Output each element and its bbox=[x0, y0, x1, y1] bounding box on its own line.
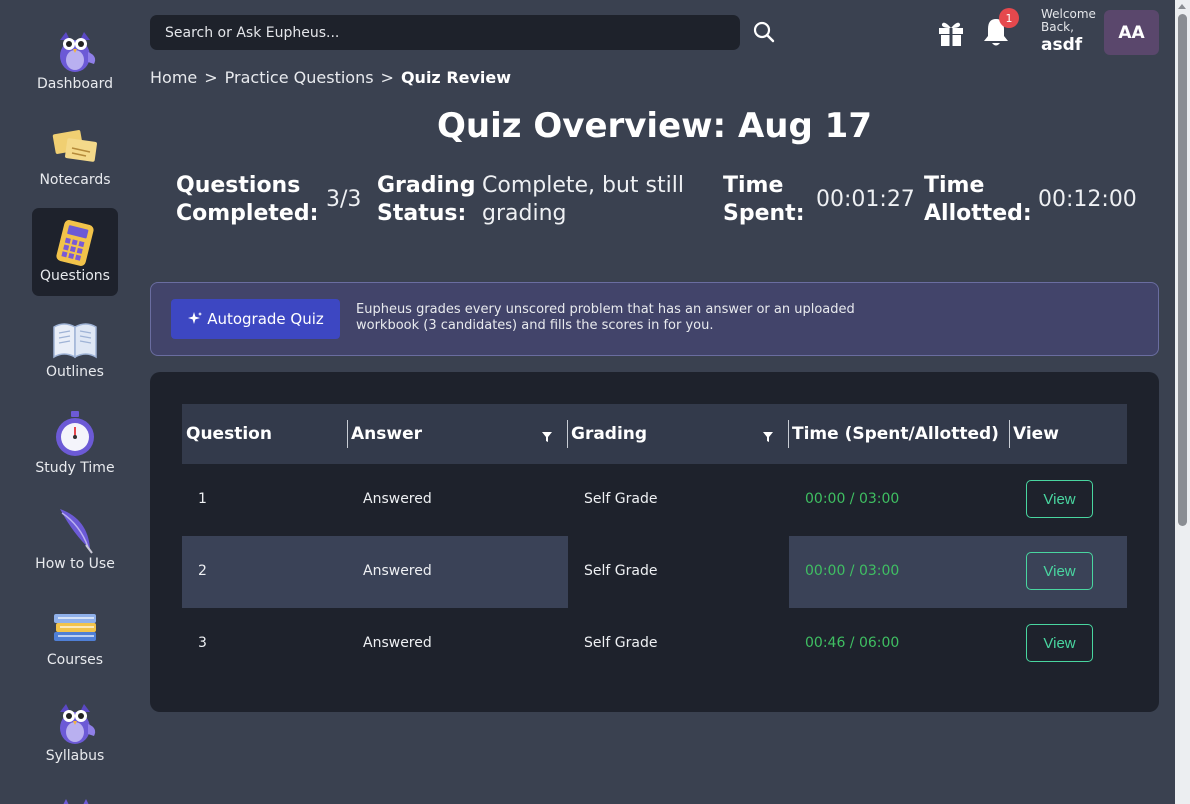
sidebar: Dashboard Notecards Questions Outlines S… bbox=[0, 0, 150, 804]
sidebar-item-partial[interactable] bbox=[56, 792, 96, 804]
column-divider[interactable] bbox=[347, 420, 348, 448]
scroll-up-arrow-icon[interactable] bbox=[1178, 4, 1186, 9]
search-icon[interactable] bbox=[752, 20, 776, 44]
cell-answer: Answered bbox=[363, 491, 432, 507]
view-button[interactable]: View bbox=[1026, 480, 1093, 518]
owl-icon bbox=[49, 698, 101, 746]
stat-label-line: Grading bbox=[377, 173, 476, 198]
quill-icon bbox=[49, 506, 101, 554]
grading-status-label: Grading Status: bbox=[377, 172, 475, 228]
cell-time: 00:00 / 03:00 bbox=[805, 563, 900, 579]
notecards-icon bbox=[49, 122, 101, 170]
avatar[interactable]: AA bbox=[1104, 10, 1159, 55]
stat-label-line: Time bbox=[924, 173, 985, 198]
sidebar-item-label: Syllabus bbox=[45, 748, 105, 764]
sidebar-item-how-to-use[interactable]: How to Use bbox=[32, 496, 118, 584]
cell-answer: Answered bbox=[363, 635, 432, 651]
stat-value-line: grading bbox=[482, 201, 567, 226]
stat-label-line: Time bbox=[723, 173, 784, 198]
sidebar-item-study-time[interactable]: Study Time bbox=[32, 400, 118, 488]
breadcrumb-separator: > bbox=[380, 68, 394, 87]
sidebar-item-label: Courses bbox=[46, 652, 104, 668]
welcome-text: Welcome Back, bbox=[1041, 7, 1096, 34]
sidebar-item-label: Questions bbox=[40, 268, 110, 284]
sidebar-item-courses[interactable]: Courses bbox=[32, 592, 118, 680]
sidebar-item-label: Outlines bbox=[46, 364, 104, 380]
calculator-icon bbox=[49, 218, 101, 266]
stat-label-line: Completed: bbox=[176, 201, 319, 226]
questions-completed-label: Questions Completed: bbox=[176, 172, 318, 228]
sidebar-item-label: Notecards bbox=[39, 172, 111, 188]
autograde-quiz-label: Autograde Quiz bbox=[207, 310, 324, 328]
grading-status-value: Complete, but still grading bbox=[482, 172, 684, 228]
search-input[interactable] bbox=[150, 15, 740, 50]
sidebar-item-questions[interactable]: Questions bbox=[32, 208, 118, 296]
cell-time: 00:00 / 03:00 bbox=[805, 491, 900, 507]
cell-answer: Answered bbox=[363, 563, 432, 579]
search-bar bbox=[150, 15, 740, 50]
page-title: Quiz Overview: Aug 17 bbox=[436, 106, 872, 146]
breadcrumb-current: Quiz Review bbox=[400, 68, 512, 87]
questions-completed-value: 3/3 bbox=[326, 187, 362, 212]
autograde-quiz-button[interactable]: Autograde Quiz bbox=[171, 299, 340, 339]
sidebar-item-label: How to Use bbox=[35, 556, 115, 572]
time-allotted-label: Time Allotted: bbox=[924, 172, 1032, 228]
breadcrumb: Home > Practice Questions > Quiz Review bbox=[150, 68, 511, 87]
breadcrumb-separator: > bbox=[204, 68, 218, 87]
sparkle-icon bbox=[188, 312, 203, 324]
column-header-answer[interactable]: Answer bbox=[351, 404, 422, 464]
stat-value-line: Complete, but still bbox=[482, 173, 684, 198]
cell-grading: Self Grade bbox=[584, 635, 658, 651]
column-header-time[interactable]: Time (Spent/Allotted) bbox=[792, 404, 999, 464]
cell-grading: Self Grade bbox=[584, 491, 658, 507]
column-header-grading[interactable]: Grading bbox=[571, 404, 647, 464]
username: asdf bbox=[1041, 35, 1083, 55]
gift-icon[interactable] bbox=[936, 18, 966, 48]
autograde-description: Eupheus grades every unscored problem th… bbox=[356, 302, 855, 333]
column-header-question[interactable]: Question bbox=[186, 404, 272, 464]
cell-question: 3 bbox=[198, 635, 207, 651]
open-book-icon bbox=[49, 314, 101, 362]
breadcrumb-home[interactable]: Home bbox=[150, 68, 197, 87]
column-divider[interactable] bbox=[567, 420, 568, 448]
sidebar-item-syllabus[interactable]: Syllabus bbox=[32, 688, 118, 776]
time-spent-value: 00:01:27 bbox=[816, 187, 915, 212]
cell-question: 2 bbox=[198, 563, 207, 579]
column-divider[interactable] bbox=[1009, 420, 1010, 448]
stat-label-line: Questions bbox=[176, 173, 301, 198]
filter-icon[interactable] bbox=[762, 428, 774, 442]
stat-label-line: Status: bbox=[377, 201, 467, 226]
sidebar-item-outlines[interactable]: Outlines bbox=[32, 304, 118, 392]
stat-label-line: Spent: bbox=[723, 201, 805, 226]
scrollbar-thumb[interactable] bbox=[1178, 14, 1187, 526]
filter-icon[interactable] bbox=[541, 428, 553, 442]
sidebar-item-notecards[interactable]: Notecards bbox=[32, 112, 118, 200]
time-spent-label: Time Spent: bbox=[723, 172, 805, 228]
sidebar-item-label: Dashboard bbox=[37, 76, 113, 92]
notification-badge: 1 bbox=[999, 8, 1019, 28]
owl-icon bbox=[63, 799, 89, 804]
time-allotted-value: 00:12:00 bbox=[1038, 187, 1137, 212]
stopwatch-icon bbox=[49, 410, 101, 458]
books-stack-icon bbox=[49, 602, 101, 650]
breadcrumb-practice-questions[interactable]: Practice Questions bbox=[225, 68, 374, 87]
view-button[interactable]: View bbox=[1026, 552, 1093, 590]
cell-time: 00:46 / 06:00 bbox=[805, 635, 900, 651]
cell-question: 1 bbox=[198, 491, 207, 507]
cell-grading: Self Grade bbox=[584, 563, 658, 579]
column-header-view[interactable]: View bbox=[1013, 404, 1059, 464]
view-button[interactable]: View bbox=[1026, 624, 1093, 662]
sidebar-item-label: Study Time bbox=[35, 460, 115, 476]
owl-icon bbox=[49, 26, 101, 74]
column-divider[interactable] bbox=[788, 420, 789, 448]
stat-label-line: Allotted: bbox=[924, 201, 1032, 226]
sidebar-item-dashboard[interactable]: Dashboard bbox=[32, 16, 118, 104]
